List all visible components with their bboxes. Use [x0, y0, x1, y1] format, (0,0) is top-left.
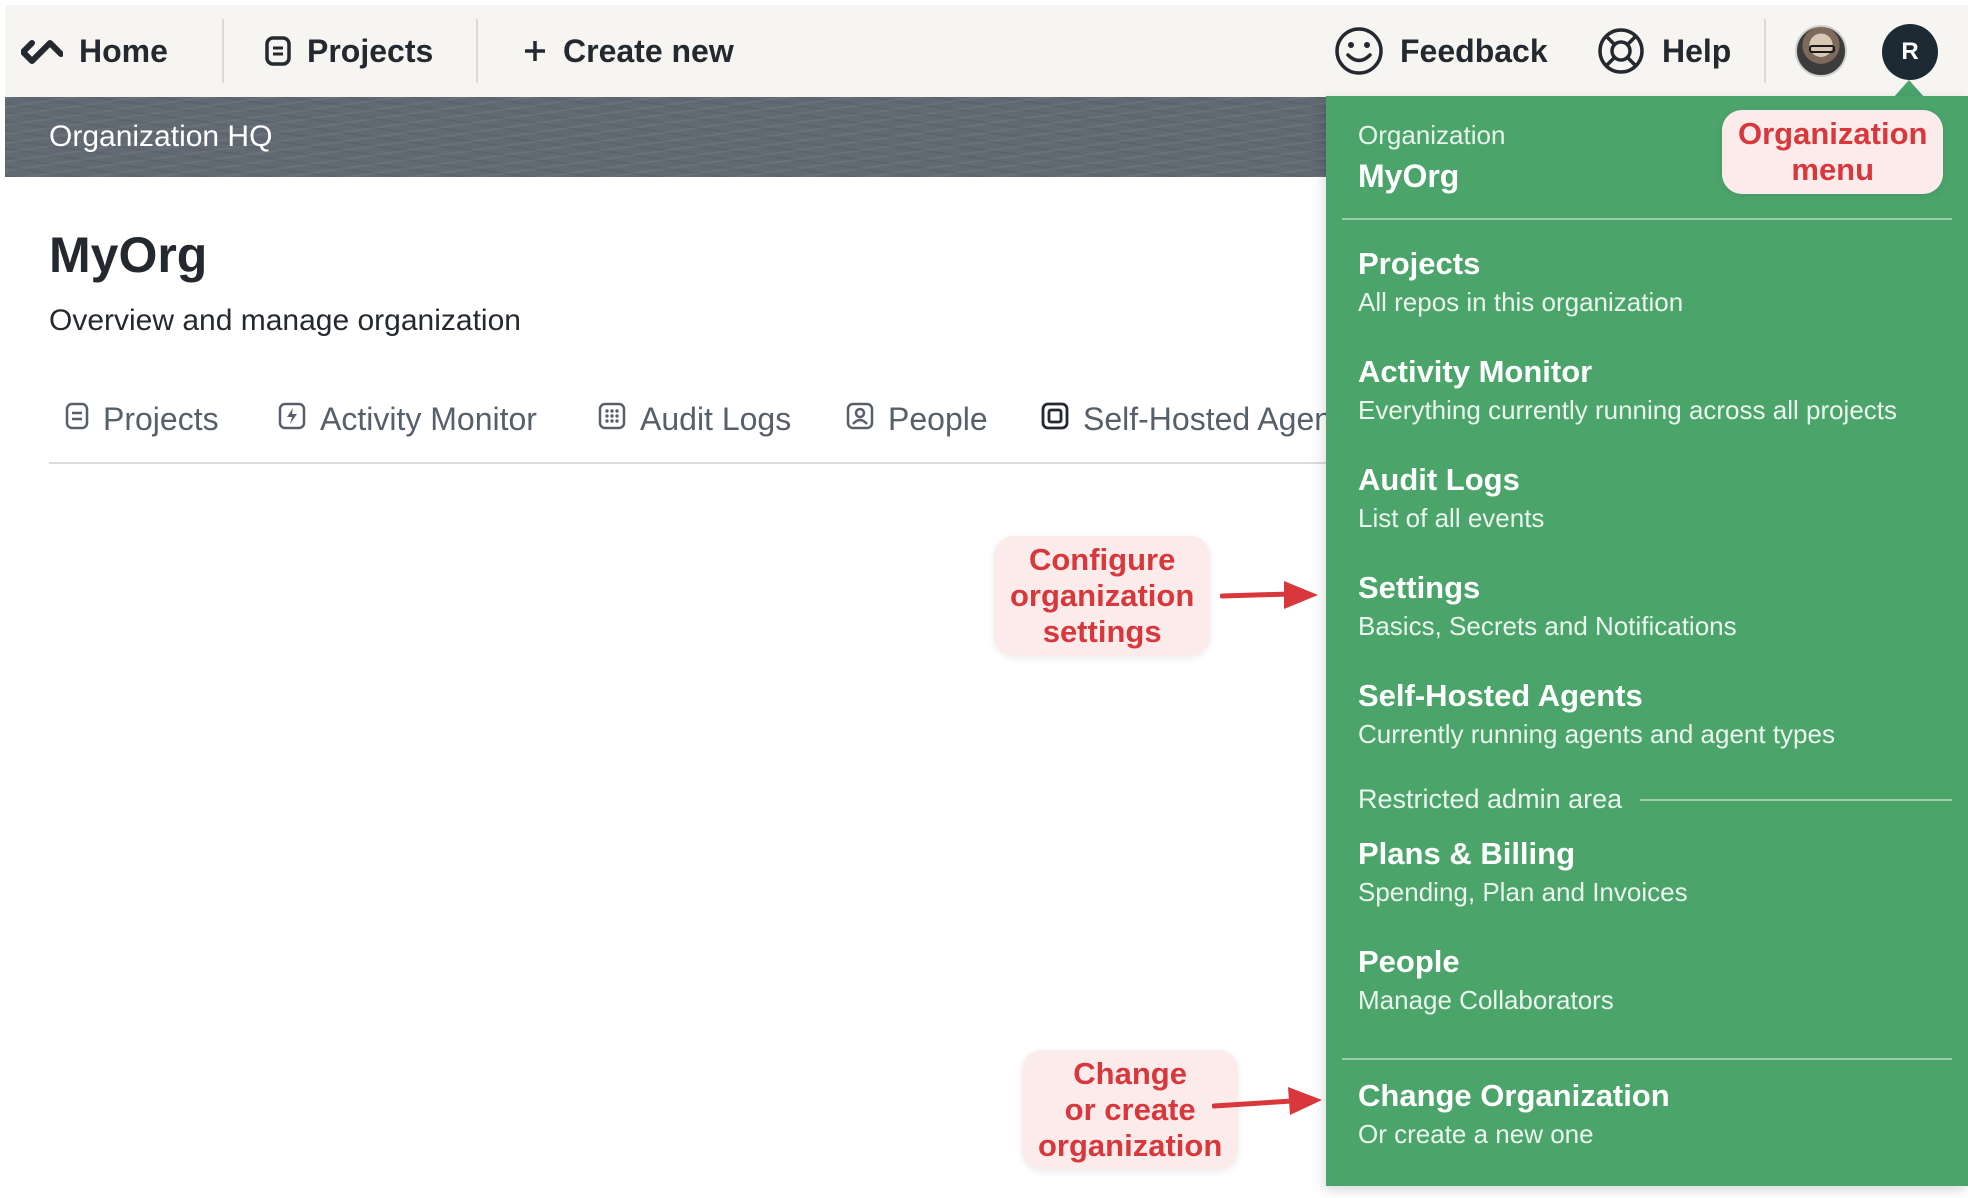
- menu-item-description: Everything currently running across all …: [1358, 395, 1898, 425]
- menu-item-title: People: [1358, 944, 1460, 979]
- annotation-configure-settings: Configure organization settings: [994, 536, 1211, 656]
- annotation-line: Organization: [1738, 116, 1928, 151]
- feedback-label: Feedback: [1400, 32, 1548, 69]
- tab-people[interactable]: People: [846, 392, 988, 446]
- divider: [476, 19, 478, 83]
- projects-link[interactable]: Projects: [265, 5, 433, 97]
- annotation-line: Change: [1073, 1056, 1187, 1091]
- menu-divider: [1342, 1058, 1952, 1060]
- semaphore-logo-icon: [21, 36, 63, 66]
- menu-item-audit-logs[interactable]: Audit Logs List of all events: [1358, 460, 1952, 536]
- smiley-icon: [1334, 26, 1384, 76]
- restricted-divider: [1640, 798, 1952, 801]
- page-title: MyOrg: [49, 227, 208, 283]
- annotation-organization-menu: Organization menu: [1722, 110, 1944, 194]
- menu-item-people[interactable]: People Manage Collaborators: [1358, 942, 1952, 1018]
- annotation-arrow: [1212, 1087, 1322, 1115]
- project-doc-icon: [265, 36, 291, 66]
- organization-avatar-button[interactable]: R: [1882, 24, 1938, 80]
- help-button[interactable]: Help: [1596, 5, 1731, 97]
- menu-item-title: Activity Monitor: [1358, 354, 1593, 389]
- tab-self-hosted-agents[interactable]: Self-Hosted Agents: [1041, 392, 1357, 446]
- restricted-label: Restricted admin area: [1358, 784, 1623, 814]
- annotation-line: organization: [1010, 578, 1195, 613]
- menu-item-plans-billing[interactable]: Plans & Billing Spending, Plan and Invoi…: [1358, 834, 1952, 910]
- tab-label: Projects: [103, 400, 219, 437]
- help-label: Help: [1662, 32, 1732, 69]
- person-badge-icon: [846, 401, 874, 438]
- organization-name: MyOrg: [1358, 158, 1460, 194]
- project-doc-icon: [65, 401, 89, 438]
- menu-divider: [1342, 218, 1952, 220]
- home-label: Home: [79, 32, 168, 69]
- menu-item-description: Currently running agents and agent types: [1358, 719, 1835, 749]
- menu-item-settings[interactable]: Settings Basics, Secrets and Notificatio…: [1358, 568, 1952, 644]
- menu-item-title: Audit Logs: [1358, 462, 1520, 497]
- menu-item-description: List of all events: [1358, 503, 1545, 533]
- annotation-line: menu: [1791, 152, 1875, 187]
- create-new-button[interactable]: Create new: [523, 5, 734, 97]
- annotation-line: organization: [1038, 1128, 1223, 1163]
- menu-item-description: Spending, Plan and Invoices: [1358, 877, 1688, 907]
- organization-tabs: Projects Activity Monitor Audit Logs Peo…: [49, 392, 1357, 464]
- menu-item-title: Projects: [1358, 246, 1481, 281]
- chip-icon: [1041, 401, 1069, 438]
- menu-item-activity-monitor[interactable]: Activity Monitor Everything currently ru…: [1358, 352, 1952, 428]
- annotation-line: Configure: [1028, 542, 1176, 577]
- tab-projects[interactable]: Projects: [65, 392, 219, 446]
- avatar-glasses: [1809, 45, 1835, 53]
- tab-label: Activity Monitor: [320, 400, 537, 437]
- tab-label: People: [888, 400, 988, 437]
- divider: [222, 19, 224, 83]
- organization-menu: Organization MyOrg Projects All repos in…: [1326, 96, 1968, 1186]
- projects-label: Projects: [307, 32, 434, 69]
- restricted-admin-area-heading: Restricted admin area: [1358, 784, 1952, 815]
- tab-audit-logs[interactable]: Audit Logs: [598, 392, 791, 446]
- top-navigation-bar: Home Projects Create new Feedback Help R: [5, 5, 1968, 98]
- annotation-change-organization: Change or create organization: [1022, 1050, 1239, 1170]
- menu-item-self-hosted-agents[interactable]: Self-Hosted Agents Currently running age…: [1358, 676, 1952, 752]
- menu-item-title: Self-Hosted Agents: [1358, 678, 1643, 713]
- menu-item-projects[interactable]: Projects All repos in this organization: [1358, 244, 1952, 320]
- plus-icon: [523, 39, 547, 63]
- annotation-arrow: [1220, 581, 1318, 609]
- menu-item-change-organization[interactable]: Change Organization Or create a new one: [1358, 1076, 1952, 1152]
- create-new-label: Create new: [563, 32, 734, 69]
- menu-item-description: All repos in this organization: [1358, 287, 1684, 317]
- menu-item-description: Or create a new one: [1358, 1119, 1594, 1149]
- grid-icon: [598, 401, 626, 438]
- menu-item-description: Manage Collaborators: [1358, 985, 1614, 1015]
- user-avatar[interactable]: [1795, 25, 1847, 77]
- page-subtitle: Overview and manage organization: [49, 304, 521, 337]
- tab-label: Audit Logs: [640, 400, 792, 437]
- home-link[interactable]: Home: [21, 5, 168, 97]
- bolt-icon: [278, 401, 306, 438]
- organization-hq-title: Organization HQ: [49, 120, 273, 153]
- menu-item-title: Settings: [1358, 570, 1481, 605]
- organization-initial: R: [1901, 38, 1919, 65]
- tab-activity-monitor[interactable]: Activity Monitor: [278, 392, 537, 446]
- menu-item-title: Change Organization: [1358, 1078, 1670, 1113]
- organization-label: Organization: [1358, 120, 1506, 150]
- menu-item-title: Plans & Billing: [1358, 836, 1576, 871]
- tab-label: Self-Hosted Agents: [1083, 400, 1357, 437]
- menu-item-description: Basics, Secrets and Notifications: [1358, 611, 1737, 641]
- divider: [1764, 19, 1766, 83]
- lifebuoy-icon: [1596, 26, 1646, 76]
- feedback-button[interactable]: Feedback: [1334, 5, 1548, 97]
- annotation-line: or create: [1064, 1092, 1196, 1127]
- annotation-line: settings: [1042, 614, 1162, 649]
